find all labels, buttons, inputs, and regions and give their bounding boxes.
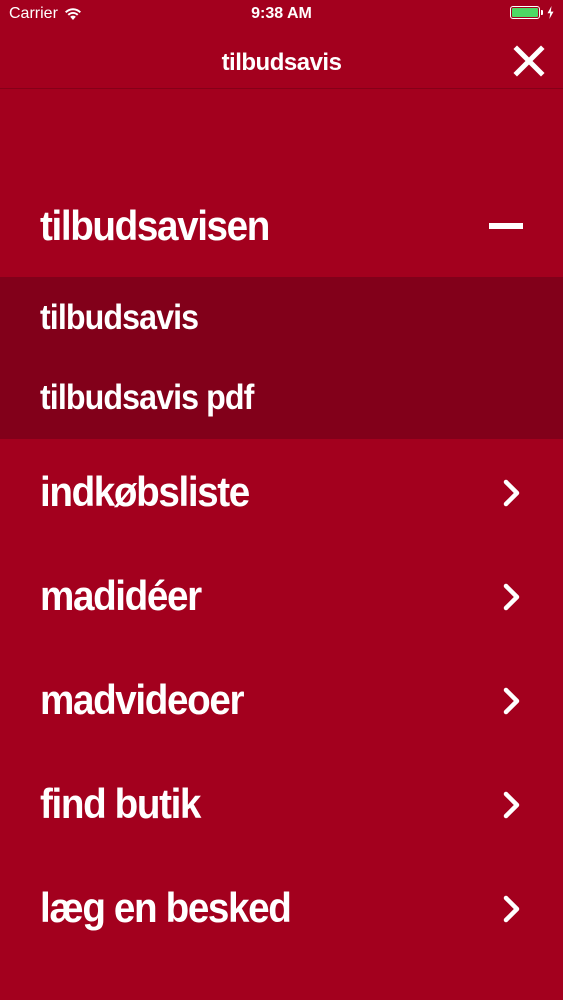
menu-item-label: madvideoer <box>40 676 244 723</box>
menu-item-label: læg en besked <box>40 884 292 931</box>
status-time: 9:38 AM <box>251 5 312 22</box>
charging-bolt-icon <box>547 6 554 19</box>
battery-icon <box>510 6 540 19</box>
chevron-right-icon <box>503 583 520 611</box>
menu-section-tilbudsavisen[interactable]: tilbudsavisen <box>0 180 563 276</box>
status-bar: Carrier 9:38 AM <box>0 0 563 30</box>
menu-item-label: find butik <box>40 780 201 827</box>
chevron-right-icon <box>503 479 520 507</box>
menu-item-find-butik[interactable]: find butik <box>0 752 563 856</box>
navigation-bar: tilbudsavis <box>0 30 563 89</box>
menu-section-label: tilbudsavisen <box>40 202 270 249</box>
submenu-item-tilbudsavis-pdf[interactable]: tilbudsavis pdf <box>40 378 254 418</box>
battery-indicator <box>510 6 554 19</box>
chevron-right-icon <box>503 791 520 819</box>
menu-item-label: madidéer <box>40 572 202 619</box>
submenu: tilbudsavis tilbudsavis pdf <box>0 277 563 439</box>
battery-tip <box>541 10 543 15</box>
chevron-right-icon <box>503 687 520 715</box>
close-icon[interactable] <box>513 45 545 77</box>
submenu-item-tilbudsavis[interactable]: tilbudsavis <box>40 298 199 338</box>
battery-fill <box>512 8 538 17</box>
minus-icon[interactable] <box>489 223 523 229</box>
menu-item-indkobsliste[interactable]: indkøbsliste <box>0 440 563 544</box>
menu-item-laeg-en-besked[interactable]: læg en besked <box>0 856 563 960</box>
chevron-right-icon <box>503 895 520 923</box>
menu-item-madvideoer[interactable]: madvideoer <box>0 648 563 752</box>
menu-item-label: indkøbsliste <box>40 468 250 515</box>
page-title: tilbudsavis <box>221 49 342 76</box>
menu-item-madideer[interactable]: madidéer <box>0 544 563 648</box>
